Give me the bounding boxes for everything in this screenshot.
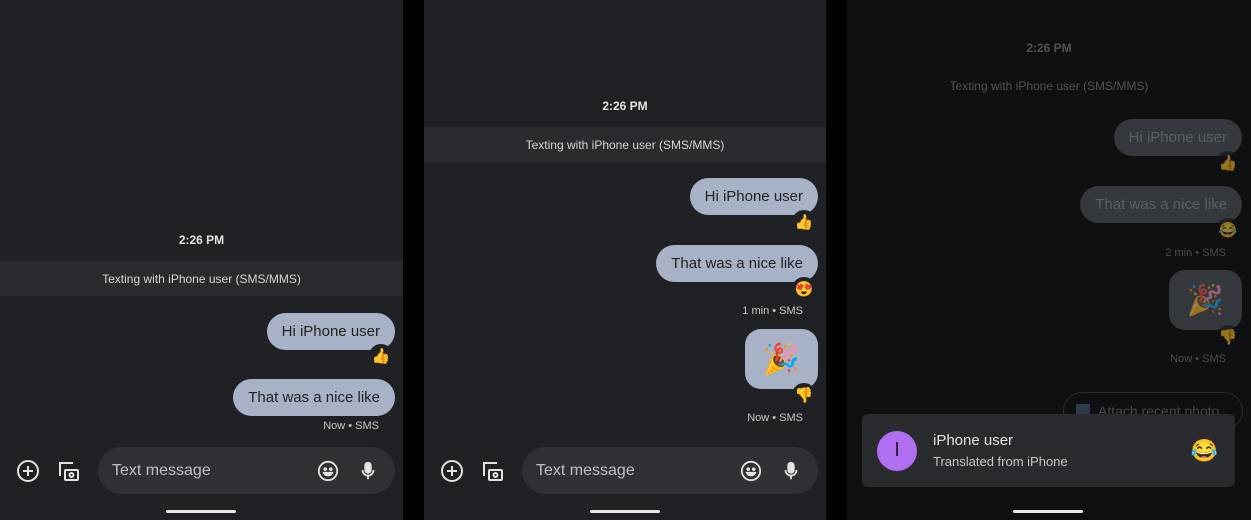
avatar: I (877, 430, 917, 471)
thumbs-up-reaction-icon: 👍 (792, 210, 816, 234)
plus-circle-icon[interactable] (15, 458, 41, 484)
message-placeholder: Text message (112, 461, 211, 479)
thumbs-up-reaction-icon: 👍 (1216, 151, 1240, 175)
conversation-screen-1: 2:26 PM Texting with iPhone user (SMS/MM… (0, 0, 403, 520)
message-input[interactable]: Text message (98, 447, 395, 494)
message-bubble[interactable]: That was a nice like (656, 245, 818, 282)
message-status: Now • SMS (1170, 353, 1226, 365)
notification-subtitle: Translated from iPhone (933, 454, 1068, 469)
notification-card[interactable]: I iPhone user Translated from iPhone 😂 (862, 414, 1235, 487)
message-bubble[interactable]: Hi iPhone user (689, 178, 818, 215)
message-status: Now • SMS (747, 412, 803, 424)
thumbs-down-reaction-icon: 👎 (792, 383, 816, 407)
plus-circle-icon[interactable] (439, 458, 465, 484)
emoji-message-bubble[interactable]: 🎉 (1169, 270, 1242, 330)
thumbs-up-reaction-icon: 👍 (369, 344, 393, 368)
laughing-reaction-icon: 😂 (1216, 218, 1240, 242)
message-bubble[interactable]: Hi iPhone user (1113, 119, 1242, 156)
message-status: Now • SMS (323, 420, 379, 432)
party-popper-icon: 🎉 (762, 342, 801, 376)
message-status: 1 min • SMS (742, 305, 803, 317)
message-placeholder: Text message (536, 461, 635, 479)
mic-icon[interactable] (778, 458, 804, 484)
message-input[interactable]: Text message (522, 447, 818, 494)
message-status: 2 min • SMS (1165, 247, 1226, 259)
emoji-icon[interactable] (315, 458, 341, 484)
gallery-camera-icon[interactable] (480, 458, 506, 484)
mic-icon[interactable] (355, 458, 381, 484)
gallery-camera-icon[interactable] (56, 458, 82, 484)
heart-eyes-reaction-icon: 😍 (792, 277, 816, 301)
message-bubble[interactable]: That was a nice like (233, 379, 395, 416)
timestamp: 2:26 PM (178, 233, 225, 247)
thumbs-down-reaction-icon: 👎 (1216, 325, 1240, 349)
party-popper-icon: 🎉 (1186, 283, 1225, 317)
home-indicator[interactable] (590, 510, 660, 513)
conversation-screen-2: 2:26 PM Texting with iPhone user (SMS/MM… (424, 0, 826, 520)
timestamp: 2:26 PM (602, 99, 648, 113)
emoji-message-bubble[interactable]: 🎉 (745, 329, 818, 389)
home-indicator[interactable] (1013, 510, 1083, 513)
laughing-emoji-icon: 😂 (1190, 437, 1218, 463)
sms-banner: Texting with iPhone user (SMS/MMS) (949, 78, 1149, 93)
notification-title: iPhone user (933, 432, 1014, 449)
emoji-icon[interactable] (738, 458, 764, 484)
conversation-screen-3: 2:26 PM Texting with iPhone user (SMS/MM… (847, 0, 1251, 520)
timestamp: 2:26 PM (1026, 41, 1072, 55)
message-bubble[interactable]: That was a nice like (1080, 186, 1242, 223)
sms-banner: Texting with iPhone user (SMS/MMS) (424, 127, 826, 162)
sms-banner: Texting with iPhone user (SMS/MMS) (0, 261, 403, 296)
home-indicator[interactable] (166, 510, 236, 513)
